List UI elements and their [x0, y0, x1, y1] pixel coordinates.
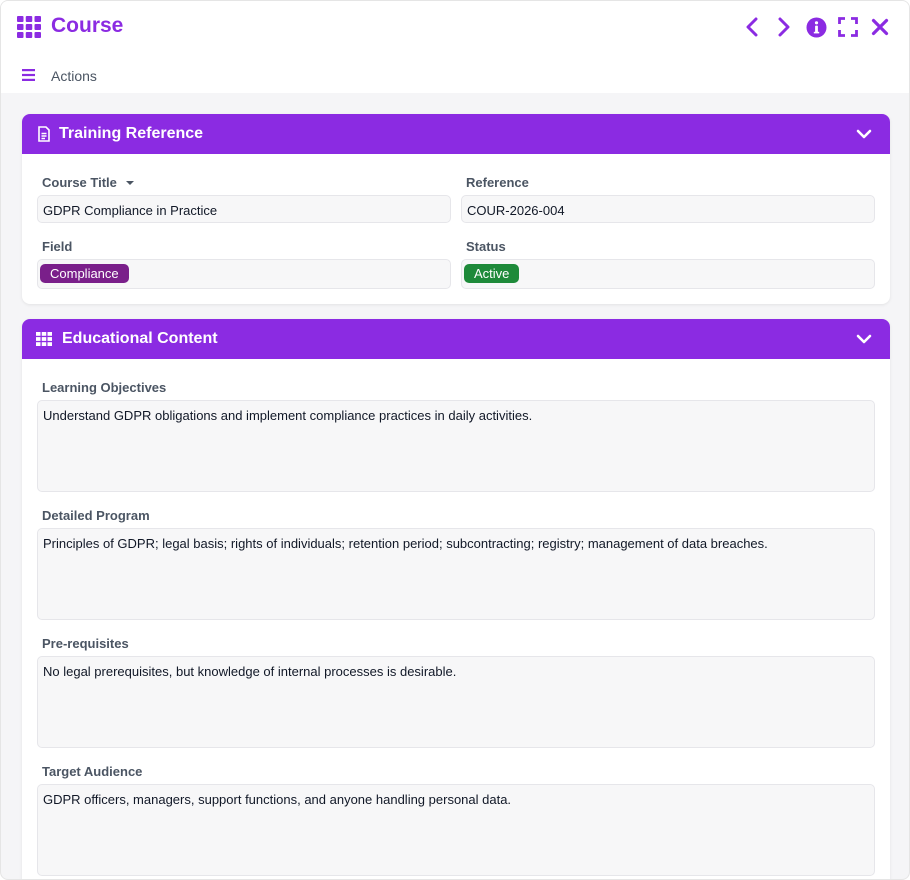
- chevron-down-icon[interactable]: [856, 332, 872, 346]
- field-tag: Compliance: [40, 264, 129, 283]
- course-title-label-text: Course Title: [42, 175, 117, 190]
- fullscreen-icon: [838, 17, 858, 37]
- status-label: Status: [466, 239, 506, 254]
- field-label: Field: [42, 239, 73, 254]
- close-icon: [871, 18, 889, 36]
- field-select[interactable]: Compliance: [37, 259, 451, 289]
- target-audience-textarea[interactable]: GDPR officers, managers, support functio…: [37, 784, 875, 876]
- reference-label: Reference: [466, 175, 529, 190]
- document-icon: [38, 126, 50, 142]
- section-title: Educational Content: [62, 330, 218, 347]
- fullscreen-button[interactable]: [837, 16, 859, 38]
- course-window: Course Actions Training Reference Course…: [0, 0, 910, 880]
- course-title-field[interactable]: GDPR Compliance in Practice: [37, 195, 451, 223]
- info-button[interactable]: [805, 16, 827, 38]
- previous-button[interactable]: [741, 16, 763, 38]
- table-icon: [36, 332, 52, 346]
- title-bar: Course: [1, 1, 909, 53]
- prerequisites-textarea[interactable]: No legal prerequisites, but knowledge of…: [37, 656, 875, 748]
- learning-objectives-textarea[interactable]: Understand GDPR obligations and implemen…: [37, 400, 875, 492]
- target-audience-label: Target Audience: [42, 764, 143, 779]
- caret-down-icon: [125, 181, 134, 185]
- chevron-left-icon: [746, 17, 758, 37]
- next-button[interactable]: [773, 16, 795, 38]
- actions-bar: Actions: [1, 53, 909, 93]
- detailed-program-textarea[interactable]: Principles of GDPR; legal basis; rights …: [37, 528, 875, 620]
- status-select[interactable]: Active: [461, 259, 875, 289]
- training-reference-header[interactable]: Training Reference: [22, 114, 890, 154]
- training-reference-card: Training Reference Course Title GDPR Com…: [22, 114, 890, 304]
- detailed-program-label: Detailed Program: [42, 508, 150, 523]
- section-title: Training Reference: [59, 125, 204, 142]
- chevron-down-icon[interactable]: [856, 127, 872, 141]
- title-toolbar: [741, 16, 891, 38]
- course-title-label[interactable]: Course Title: [42, 175, 135, 190]
- educational-content-card: Educational Content Learning Objectives …: [22, 319, 890, 879]
- window-title: Course: [51, 14, 124, 37]
- reference-field[interactable]: COUR-2026-004: [461, 195, 875, 223]
- close-button[interactable]: [869, 16, 891, 38]
- grid-icon[interactable]: [17, 16, 41, 38]
- info-icon: [806, 17, 826, 37]
- menu-icon[interactable]: [22, 69, 36, 81]
- chevron-right-icon: [778, 17, 790, 37]
- actions-menu[interactable]: Actions: [51, 68, 97, 84]
- learning-objectives-label: Learning Objectives: [42, 380, 167, 395]
- prerequisites-label: Pre-requisites: [42, 636, 129, 651]
- educational-content-header[interactable]: Educational Content: [22, 319, 890, 359]
- status-badge: Active: [464, 264, 520, 283]
